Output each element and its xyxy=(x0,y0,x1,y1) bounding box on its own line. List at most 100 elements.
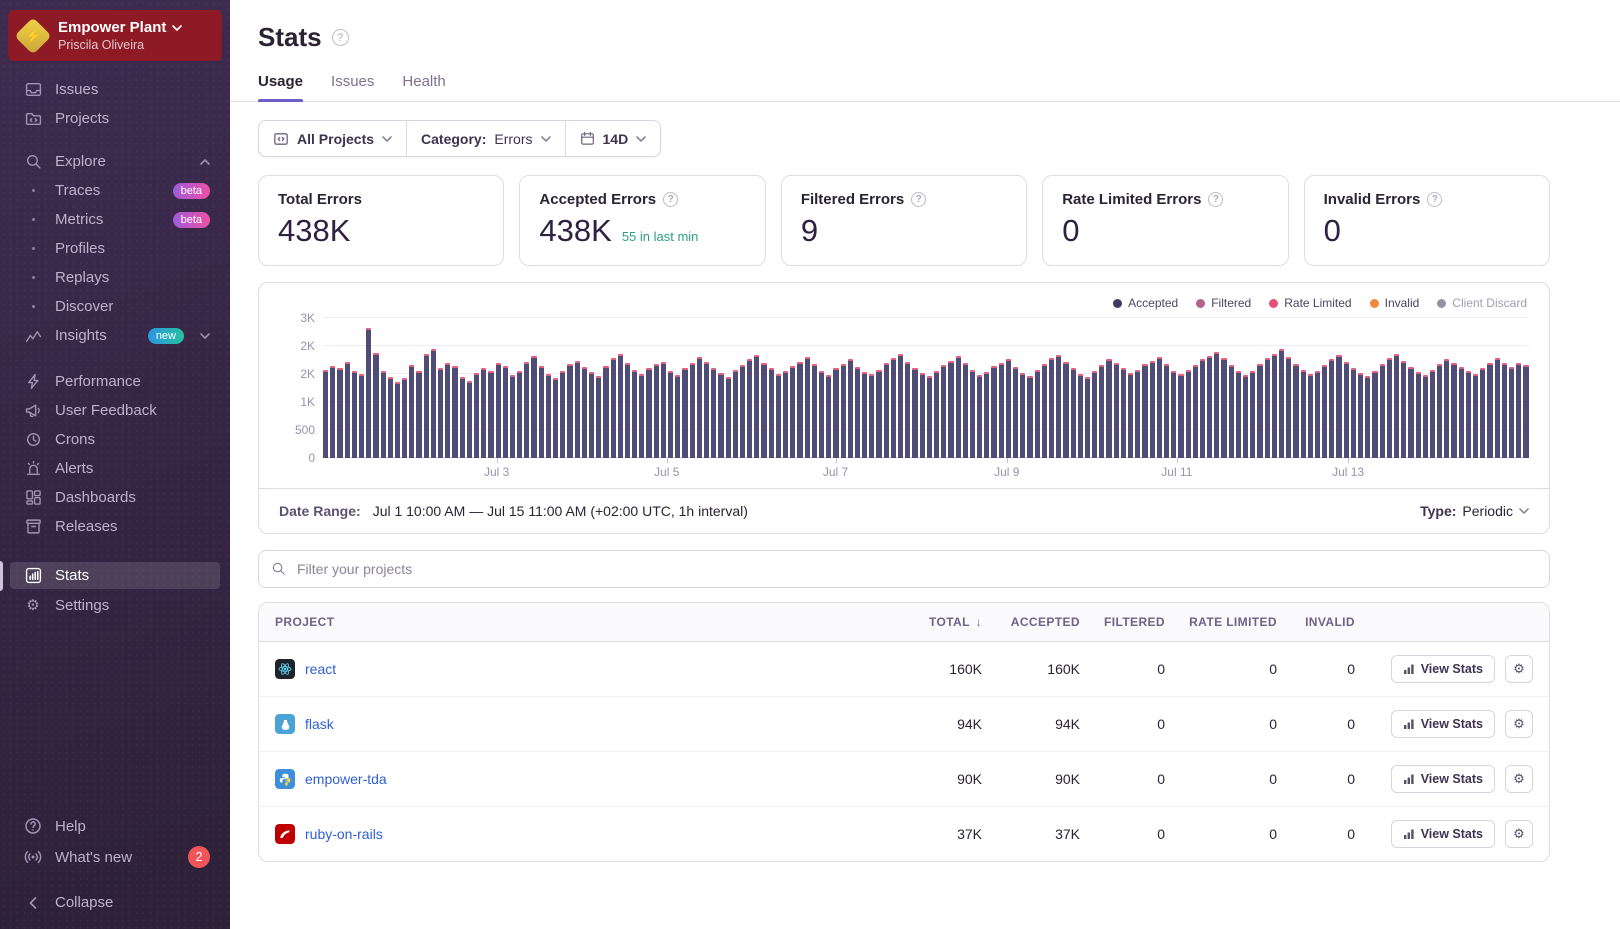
total-cell: 94K xyxy=(867,716,982,732)
bar xyxy=(618,354,623,458)
category-filter-dropdown[interactable]: Category: Errors xyxy=(406,121,564,156)
help-icon[interactable]: ? xyxy=(663,192,678,207)
bar xyxy=(1351,368,1356,458)
sidebar-item-metrics[interactable]: Metrics beta xyxy=(10,206,220,233)
sidebar-item-performance[interactable]: Performance xyxy=(10,368,220,395)
column-header-total[interactable]: TOTAL ↓ xyxy=(867,615,982,629)
help-icon[interactable]: ? xyxy=(1427,192,1442,207)
legend-item-client-discard[interactable]: Client Discard xyxy=(1437,296,1527,310)
bar xyxy=(841,364,846,458)
chevron-down-icon xyxy=(200,333,210,339)
project-settings-button[interactable]: ⚙ xyxy=(1505,655,1533,683)
sidebar-item-label: User Feedback xyxy=(55,402,157,419)
bar xyxy=(517,371,522,458)
bar xyxy=(1106,359,1111,458)
project-link[interactable]: flask xyxy=(305,716,334,732)
sidebar-item-explore[interactable]: Explore xyxy=(10,148,220,175)
tab-health[interactable]: Health xyxy=(402,73,445,101)
sidebar-item-whats-new[interactable]: What's new 2 xyxy=(10,841,220,873)
sidebar-item-label: Releases xyxy=(55,518,118,535)
bar xyxy=(1171,371,1176,458)
bar xyxy=(999,363,1004,458)
legend-item-invalid[interactable]: Invalid xyxy=(1370,296,1420,310)
bar xyxy=(1444,359,1449,458)
bar xyxy=(1336,355,1341,458)
org-switcher[interactable]: ⚡ Empower Plant Priscila Oliveira xyxy=(8,10,222,61)
bar xyxy=(575,361,580,458)
search-input[interactable] xyxy=(258,550,1550,588)
help-icon[interactable]: ? xyxy=(1208,192,1223,207)
sidebar-item-alerts[interactable]: Alerts xyxy=(10,455,220,482)
type-dropdown[interactable]: Type: Periodic xyxy=(1420,503,1529,519)
sidebar-item-stats[interactable]: Stats xyxy=(10,562,220,589)
sidebar-item-help[interactable]: Help xyxy=(10,812,220,840)
column-header-project[interactable]: PROJECT xyxy=(275,615,867,629)
page-help-icon[interactable]: ? xyxy=(332,29,349,46)
x-axis-label: Jul 11 xyxy=(1161,465,1192,479)
bar xyxy=(826,375,831,458)
bar xyxy=(1523,365,1528,458)
project-settings-button[interactable]: ⚙ xyxy=(1505,710,1533,738)
column-header-accepted[interactable]: ACCEPTED xyxy=(982,615,1080,629)
sidebar-item-settings[interactable]: ⚙ Settings xyxy=(10,591,220,619)
sidebar-item-discover[interactable]: Discover xyxy=(10,293,220,320)
view-stats-button[interactable]: View Stats xyxy=(1391,655,1495,683)
sidebar-item-traces[interactable]: Traces beta xyxy=(10,177,220,204)
sidebar-item-dashboards[interactable]: Dashboards xyxy=(10,484,220,511)
sidebar-collapse-button[interactable]: Collapse xyxy=(10,889,220,916)
bar xyxy=(345,362,350,458)
project-link[interactable]: empower-tda xyxy=(305,771,387,787)
bar xyxy=(1516,363,1521,458)
sidebar-item-user-feedback[interactable]: User Feedback xyxy=(10,397,220,424)
bar xyxy=(1013,367,1018,458)
chart-x-axis: Jul 3Jul 5Jul 7Jul 9Jul 11Jul 13 xyxy=(323,458,1529,482)
project-filter-dropdown[interactable]: All Projects xyxy=(259,121,406,156)
legend-item-filtered[interactable]: Filtered xyxy=(1196,296,1251,310)
column-header-invalid[interactable]: INVALID xyxy=(1277,615,1355,629)
project-settings-button[interactable]: ⚙ xyxy=(1505,765,1533,793)
sidebar-item-label: Traces xyxy=(55,182,100,199)
bar xyxy=(352,371,357,458)
sidebar-item-crons[interactable]: Crons xyxy=(10,426,220,453)
legend-item-accepted[interactable]: Accepted xyxy=(1113,296,1178,310)
column-header-filtered[interactable]: FILTERED xyxy=(1080,615,1165,629)
bullet-icon xyxy=(23,247,43,250)
help-icon[interactable]: ? xyxy=(911,192,926,207)
stat-card-title: Total Errors xyxy=(278,191,362,208)
bar xyxy=(431,349,436,458)
filtered-cell: 0 xyxy=(1080,661,1165,677)
sidebar-item-releases[interactable]: Releases xyxy=(10,513,220,540)
sidebar-item-insights[interactable]: Insights new xyxy=(10,322,220,349)
project-link[interactable]: react xyxy=(305,661,336,677)
legend-label: Invalid xyxy=(1385,296,1420,310)
bar xyxy=(682,368,687,458)
view-stats-button[interactable]: View Stats xyxy=(1391,710,1495,738)
view-stats-button[interactable]: View Stats xyxy=(1391,765,1495,793)
bar xyxy=(460,377,465,458)
view-stats-button[interactable]: View Stats xyxy=(1391,820,1495,848)
bar xyxy=(1272,354,1277,458)
legend-dot xyxy=(1269,299,1278,308)
project-link[interactable]: ruby-on-rails xyxy=(305,826,383,842)
tab-issues[interactable]: Issues xyxy=(331,73,374,101)
project-settings-button[interactable]: ⚙ xyxy=(1505,820,1533,848)
bar xyxy=(510,375,515,458)
bar xyxy=(1006,359,1011,458)
sidebar-item-projects[interactable]: Projects xyxy=(10,105,220,132)
tab-usage[interactable]: Usage xyxy=(258,73,303,101)
legend-item-rate-limited[interactable]: Rate Limited xyxy=(1269,296,1351,310)
tab-bar: Usage Issues Health xyxy=(230,73,1620,102)
stat-card-subtext: 55 in last min xyxy=(622,229,699,244)
sidebar-footer: Help What's new 2 Collapse xyxy=(0,811,230,929)
date-range-dropdown[interactable]: 14D xyxy=(565,121,661,156)
sort-desc-icon: ↓ xyxy=(972,615,982,629)
bar-series xyxy=(323,318,1529,458)
sidebar-item-profiles[interactable]: Profiles xyxy=(10,235,220,262)
type-label: Type: xyxy=(1420,503,1456,519)
bar xyxy=(948,361,953,458)
sidebar-item-replays[interactable]: Replays xyxy=(10,264,220,291)
sidebar-item-issues[interactable]: Issues xyxy=(10,76,220,103)
column-header-rate-limited[interactable]: RATE LIMITED xyxy=(1165,615,1277,629)
bar xyxy=(1322,365,1327,458)
bar xyxy=(1164,364,1169,458)
